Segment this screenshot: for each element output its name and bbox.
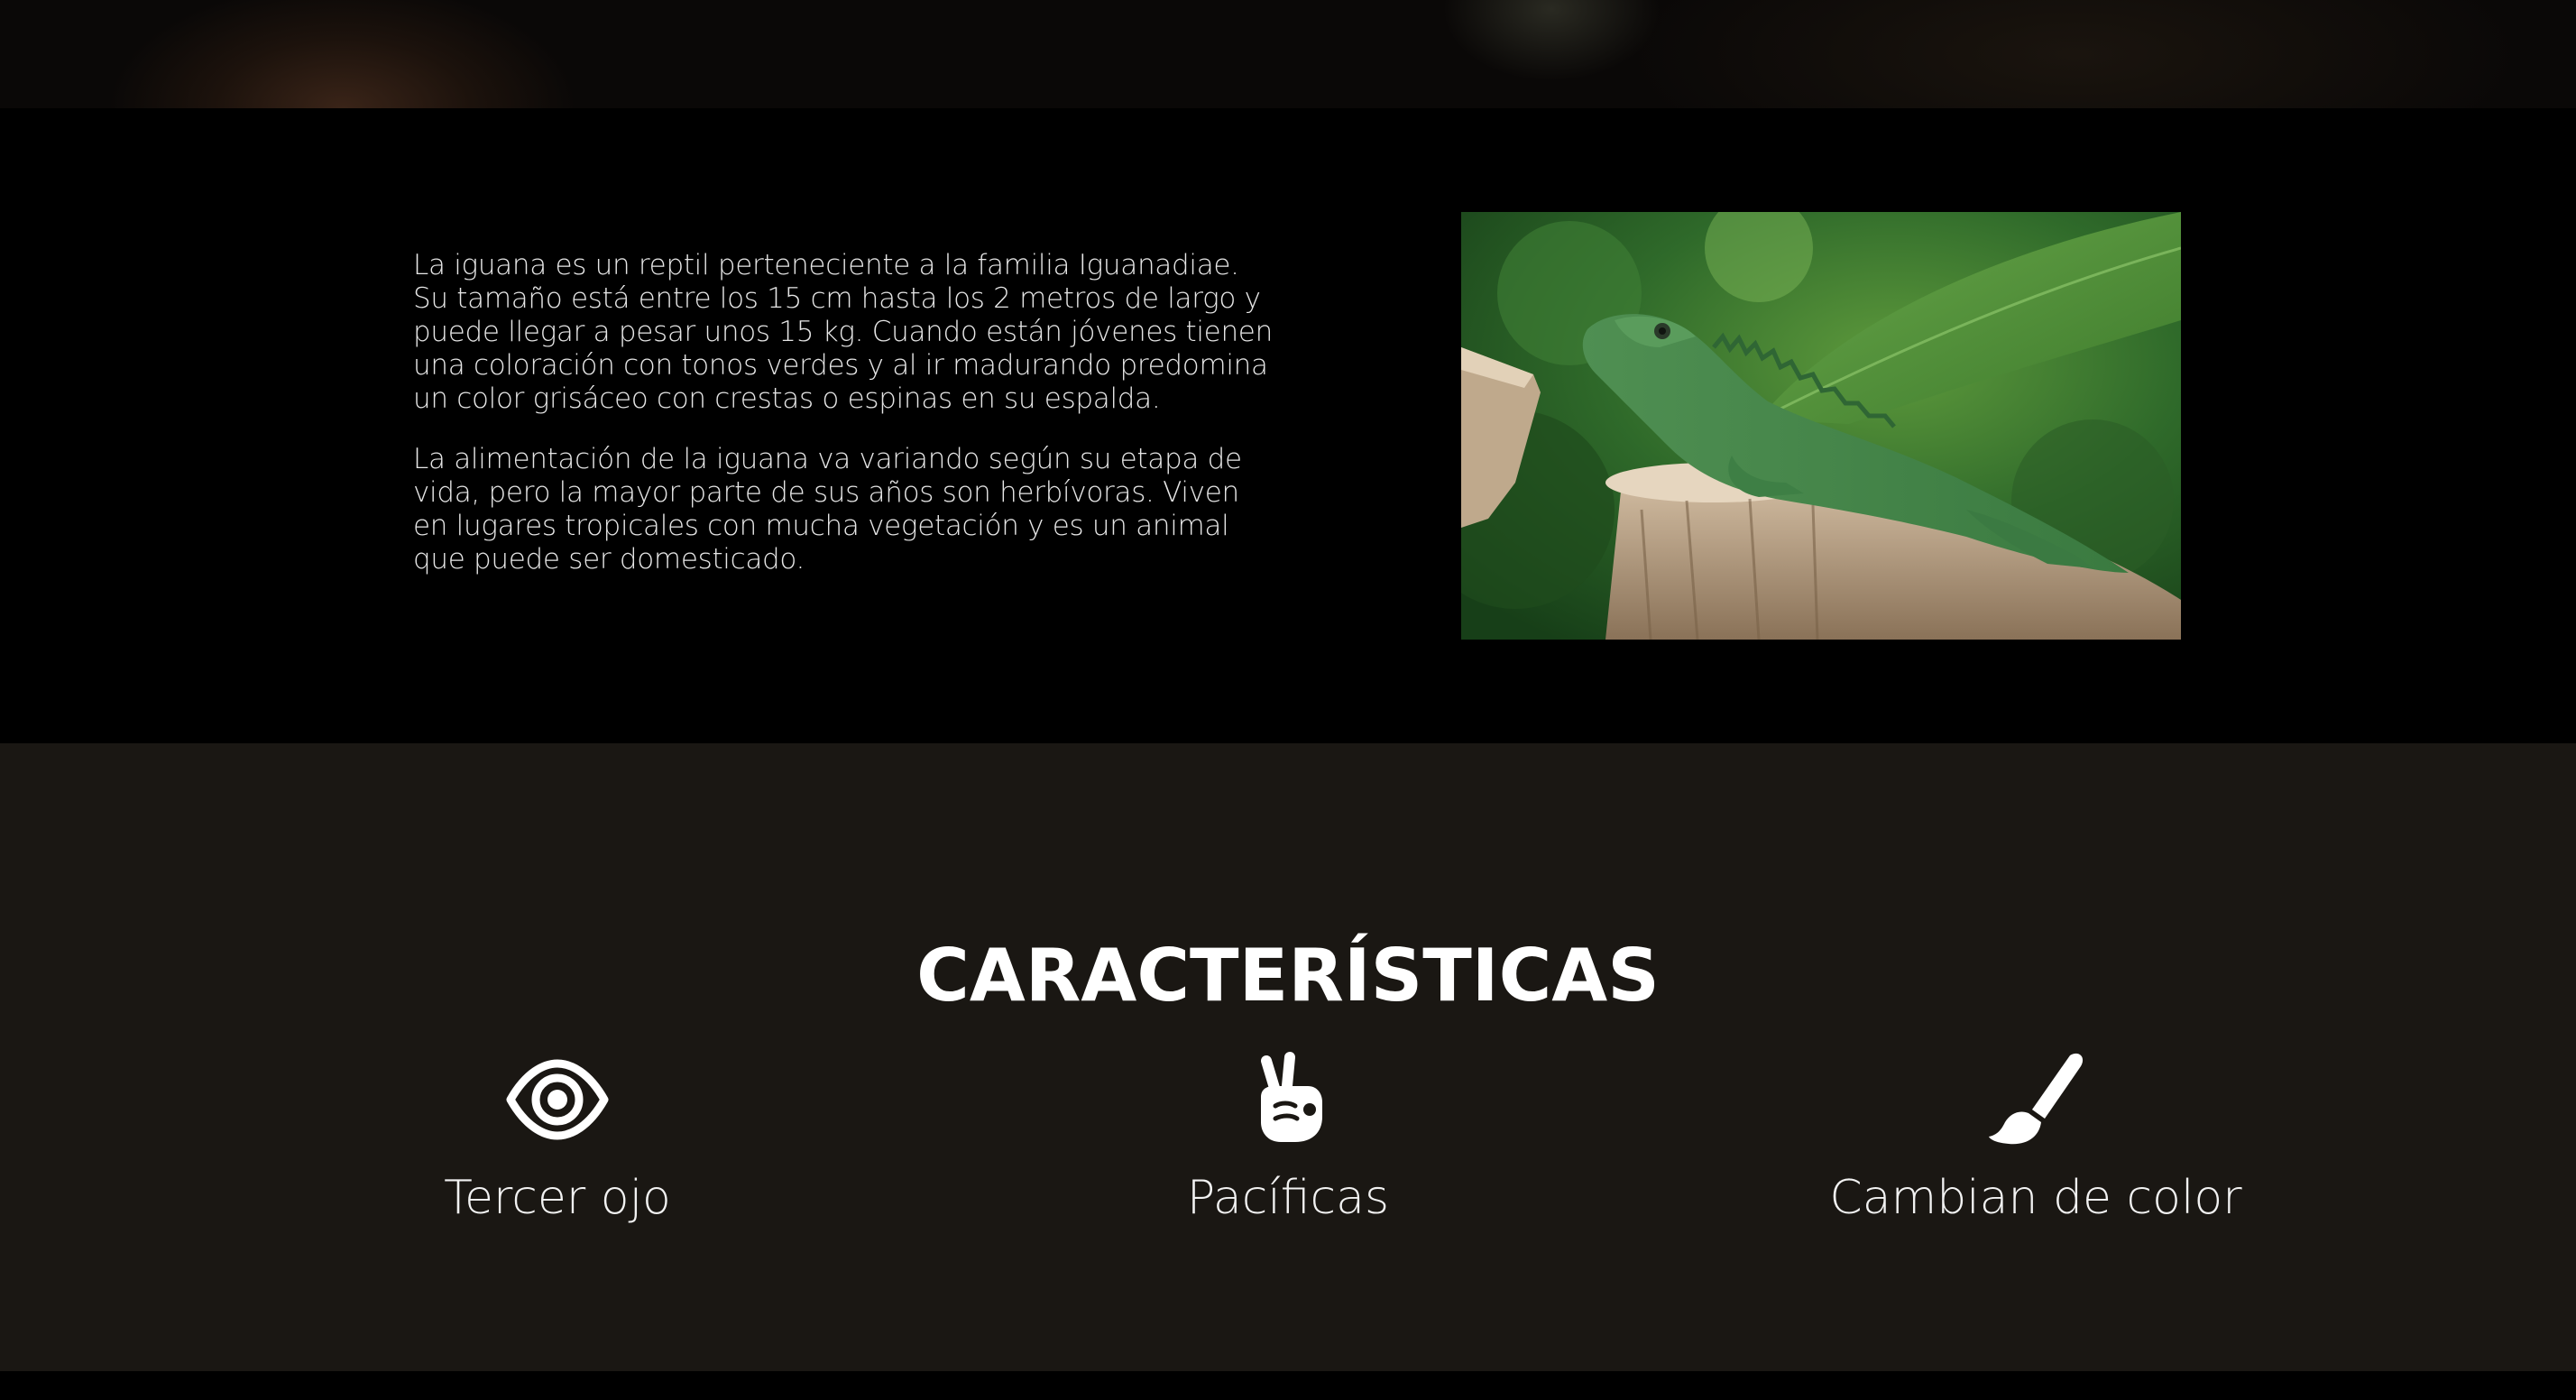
feature-change-color: Cambian de color bbox=[1720, 1050, 2351, 1227]
paint-brush-icon bbox=[1982, 1050, 2090, 1149]
intro-paragraph-2: La alimentación de la iguana va variando… bbox=[413, 443, 1242, 576]
intro-paragraph-1: La iguana es un reptil perteneciente a l… bbox=[413, 249, 1273, 415]
feature-label: Pacíficas bbox=[1186, 1171, 1390, 1225]
feature-label: Tercer ojo bbox=[444, 1171, 671, 1225]
iguana-photo bbox=[1461, 212, 2181, 640]
footer-strip bbox=[0, 1371, 2576, 1400]
feature-third-eye: Tercer ojo bbox=[242, 1050, 873, 1227]
features-title: CARACTERÍSTICAS bbox=[916, 934, 1660, 1018]
feature-peaceful: Pacíficas bbox=[972, 1050, 1604, 1227]
features-section: CARACTERÍSTICAS Tercer ojo Pacíficas Cam… bbox=[0, 743, 2576, 1371]
peace-hand-icon bbox=[1234, 1050, 1342, 1149]
intro-section: La iguana es un reptil perteneciente a l… bbox=[0, 108, 2576, 743]
eye-icon bbox=[503, 1050, 612, 1149]
intro-text: La iguana es un reptil perteneciente a l… bbox=[413, 249, 1279, 603]
hero-image-strip bbox=[0, 0, 2576, 108]
feature-label: Cambian de color bbox=[1829, 1171, 2242, 1225]
